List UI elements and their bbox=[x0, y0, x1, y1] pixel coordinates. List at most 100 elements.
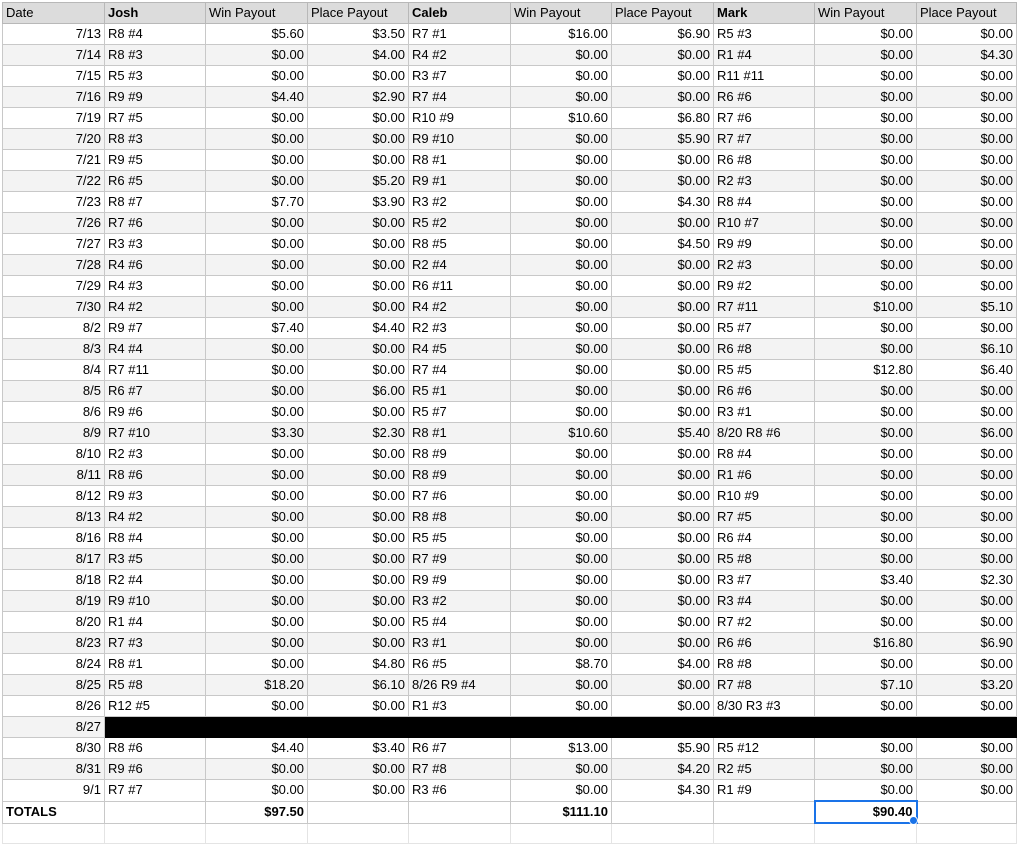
table-cell[interactable]: $4.20 bbox=[611, 758, 714, 780]
column-header[interactable]: Caleb bbox=[408, 2, 511, 24]
table-cell[interactable]: $0.00 bbox=[916, 590, 1017, 612]
table-cell[interactable]: $13.00 bbox=[510, 737, 612, 759]
table-cell[interactable]: $4.50 bbox=[611, 233, 714, 255]
table-cell[interactable]: $0.00 bbox=[814, 86, 917, 108]
table-cell[interactable]: 8/26 bbox=[2, 695, 105, 717]
table-cell[interactable]: $0.00 bbox=[611, 44, 714, 66]
table-cell[interactable]: $0.00 bbox=[307, 758, 409, 780]
table-cell[interactable]: R6 #7 bbox=[408, 737, 511, 759]
table-cell[interactable]: $0.00 bbox=[205, 338, 308, 360]
table-cell[interactable]: R3 #2 bbox=[408, 590, 511, 612]
table-cell[interactable]: $0.00 bbox=[205, 443, 308, 465]
table-cell[interactable]: $10.60 bbox=[510, 422, 612, 444]
table-cell[interactable]: 8/20 bbox=[2, 611, 105, 633]
table-cell[interactable]: $0.00 bbox=[814, 23, 917, 45]
table-cell[interactable]: $0.00 bbox=[205, 632, 308, 654]
table-cell[interactable]: R4 #2 bbox=[408, 296, 511, 318]
table-cell[interactable]: $0.00 bbox=[814, 527, 917, 549]
table-cell[interactable]: R6 #8 bbox=[713, 338, 815, 360]
table-cell[interactable]: R5 #7 bbox=[713, 317, 815, 339]
table-cell[interactable]: $0.00 bbox=[916, 65, 1017, 87]
totals-cell[interactable] bbox=[713, 800, 815, 824]
table-cell[interactable]: R9 #9 bbox=[713, 233, 815, 255]
table-cell[interactable]: $0.00 bbox=[611, 359, 714, 381]
table-cell[interactable]: $0.00 bbox=[510, 485, 612, 507]
table-cell[interactable]: $0.00 bbox=[916, 464, 1017, 486]
table-cell[interactable]: R7 #7 bbox=[104, 779, 206, 802]
table-cell[interactable]: R8 #4 bbox=[104, 23, 206, 45]
table-cell[interactable]: $0.00 bbox=[307, 107, 409, 129]
table-cell[interactable]: $4.00 bbox=[611, 653, 714, 675]
table-cell[interactable]: $0.00 bbox=[814, 485, 917, 507]
table-cell[interactable]: 8/4 bbox=[2, 359, 105, 381]
table-cell[interactable]: R4 #2 bbox=[104, 296, 206, 318]
table-cell[interactable]: 7/14 bbox=[2, 44, 105, 66]
table-cell[interactable]: $0.00 bbox=[916, 212, 1017, 234]
table-cell[interactable]: R8 #4 bbox=[104, 527, 206, 549]
table-cell[interactable]: $12.80 bbox=[814, 359, 917, 381]
table-cell[interactable]: R6 #7 bbox=[104, 380, 206, 402]
table-cell[interactable]: $7.70 bbox=[205, 191, 308, 213]
table-cell[interactable]: R3 #3 bbox=[104, 233, 206, 255]
table-cell[interactable]: $0.00 bbox=[916, 443, 1017, 465]
table-cell[interactable]: $0.00 bbox=[307, 65, 409, 87]
table-cell[interactable]: 8/18 bbox=[2, 569, 105, 591]
empty-cell[interactable] bbox=[713, 822, 815, 844]
table-cell[interactable]: R5 #8 bbox=[104, 674, 206, 696]
table-cell[interactable]: $0.00 bbox=[814, 65, 917, 87]
table-cell[interactable]: R8 #6 bbox=[104, 737, 206, 759]
table-cell[interactable]: $0.00 bbox=[510, 590, 612, 612]
table-cell[interactable]: $0.00 bbox=[611, 590, 714, 612]
table-cell[interactable]: $0.00 bbox=[611, 212, 714, 234]
table-cell[interactable]: $0.00 bbox=[510, 128, 612, 150]
table-cell[interactable]: R5 #4 bbox=[408, 611, 511, 633]
table-cell[interactable]: $0.00 bbox=[814, 737, 917, 759]
table-cell[interactable]: R8 #9 bbox=[408, 464, 511, 486]
totals-cell[interactable]: $111.10 bbox=[510, 800, 612, 824]
table-cell[interactable]: 8/26 R9 #4 bbox=[408, 674, 511, 696]
table-cell[interactable]: $0.00 bbox=[611, 65, 714, 87]
table-cell[interactable]: $0.00 bbox=[205, 485, 308, 507]
selection-fill-handle[interactable] bbox=[909, 816, 918, 825]
table-cell[interactable]: R4 #4 bbox=[104, 338, 206, 360]
column-header[interactable]: Win Payout bbox=[814, 2, 917, 24]
table-cell[interactable]: $0.00 bbox=[611, 611, 714, 633]
table-cell[interactable]: $0.00 bbox=[814, 506, 917, 528]
table-cell[interactable]: $2.30 bbox=[307, 422, 409, 444]
table-cell[interactable]: $0.00 bbox=[510, 464, 612, 486]
table-cell[interactable]: $3.50 bbox=[307, 23, 409, 45]
table-cell[interactable]: R7 #6 bbox=[713, 107, 815, 129]
table-cell[interactable]: R9 #3 bbox=[104, 485, 206, 507]
table-cell[interactable]: R3 #7 bbox=[713, 569, 815, 591]
table-cell[interactable]: $0.00 bbox=[307, 254, 409, 276]
table-cell[interactable]: $0.00 bbox=[916, 527, 1017, 549]
table-cell[interactable]: $6.80 bbox=[611, 107, 714, 129]
table-cell[interactable]: $0.00 bbox=[814, 464, 917, 486]
blackout-cell[interactable] bbox=[104, 716, 1017, 738]
selected-cell[interactable]: $90.40 bbox=[813, 800, 918, 824]
table-cell[interactable]: $0.00 bbox=[916, 779, 1017, 802]
table-cell[interactable]: R9 #5 bbox=[104, 149, 206, 171]
table-cell[interactable]: $0.00 bbox=[611, 296, 714, 318]
table-cell[interactable]: R2 #3 bbox=[713, 254, 815, 276]
table-cell[interactable]: $0.00 bbox=[814, 44, 917, 66]
table-cell[interactable]: R8 #5 bbox=[408, 233, 511, 255]
table-cell[interactable]: $0.00 bbox=[205, 779, 308, 802]
table-cell[interactable]: 8/25 bbox=[2, 674, 105, 696]
table-cell[interactable]: $0.00 bbox=[611, 401, 714, 423]
table-cell[interactable]: $10.60 bbox=[510, 107, 612, 129]
table-cell[interactable]: R5 #12 bbox=[713, 737, 815, 759]
table-cell[interactable]: R4 #5 bbox=[408, 338, 511, 360]
table-cell[interactable]: R12 #5 bbox=[104, 695, 206, 717]
table-cell[interactable]: $0.00 bbox=[611, 86, 714, 108]
table-cell[interactable]: $0.00 bbox=[205, 464, 308, 486]
table-cell[interactable]: $0.00 bbox=[814, 107, 917, 129]
table-cell[interactable]: R7 #5 bbox=[713, 506, 815, 528]
table-cell[interactable]: R2 #3 bbox=[104, 443, 206, 465]
table-cell[interactable]: $0.00 bbox=[510, 758, 612, 780]
table-cell[interactable]: $0.00 bbox=[916, 611, 1017, 633]
table-cell[interactable]: R9 #2 bbox=[713, 275, 815, 297]
table-cell[interactable]: $0.00 bbox=[205, 275, 308, 297]
table-cell[interactable]: $0.00 bbox=[916, 254, 1017, 276]
column-header[interactable]: Date bbox=[2, 2, 105, 24]
